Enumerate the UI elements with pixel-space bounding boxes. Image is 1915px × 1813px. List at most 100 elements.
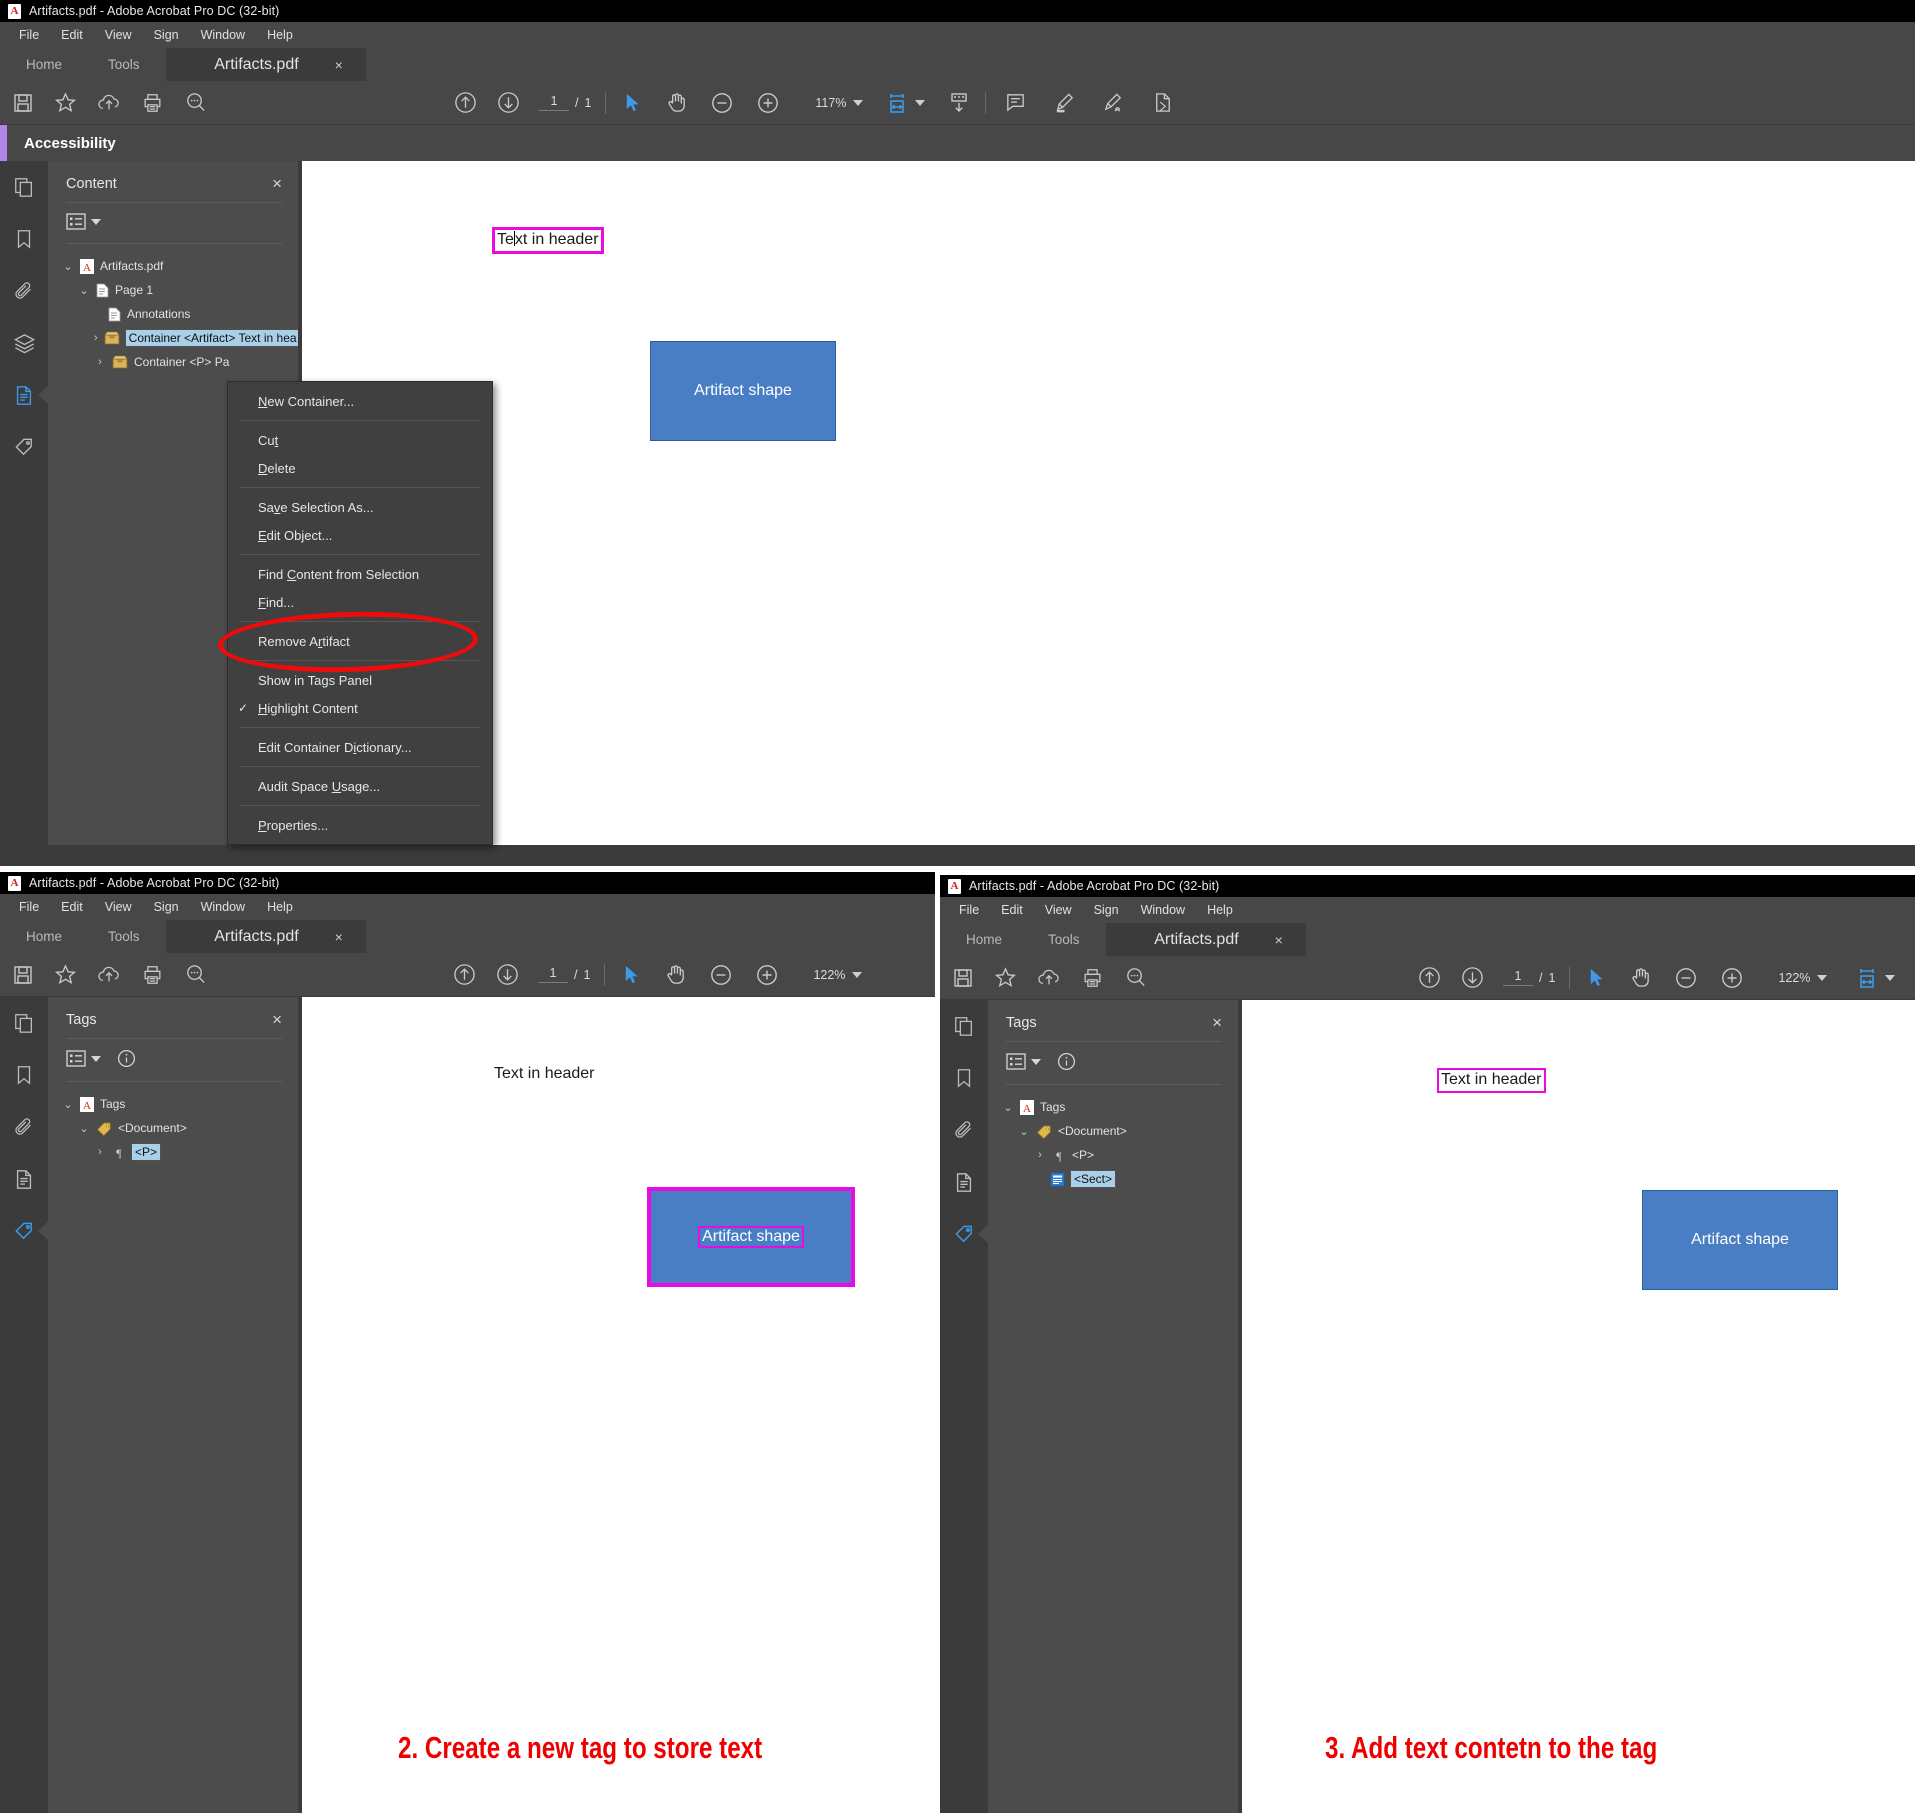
menu-window[interactable]: Window [190,897,256,917]
save-icon[interactable] [12,92,34,114]
menu-item-find-content-from-selection[interactable]: Find Content from Selection [228,560,492,588]
previous-page-icon[interactable] [453,90,478,115]
menu-item-audit-space-usage[interactable]: Audit Space Usage... [228,772,492,800]
menu-sign[interactable]: Sign [1083,900,1130,920]
tree-row[interactable]: › ¶ <P> [988,1143,1238,1167]
more-tools-icon[interactable] [1151,91,1174,114]
menu-window[interactable]: Window [1130,900,1196,920]
tags-rail-icon[interactable] [950,1220,989,1248]
menu-edit[interactable]: Edit [50,25,94,45]
save-icon[interactable] [952,967,974,989]
search-icon[interactable] [184,91,207,114]
next-page-icon[interactable] [496,90,521,115]
menu-item-edit-container-dictionary[interactable]: Edit Container Dictionary... [228,733,492,761]
chevron-down-icon[interactable]: ⌄ [1018,1125,1030,1138]
menu-view[interactable]: View [1034,900,1083,920]
artifact-shape[interactable]: Artifact shape [650,341,836,441]
comment-icon[interactable] [1004,91,1027,114]
menu-file[interactable]: File [8,25,50,45]
select-tool-icon[interactable] [622,92,643,113]
chevron-down-icon[interactable] [852,971,863,978]
zoom-in-icon[interactable] [1720,966,1744,990]
tree-row[interactable]: ⌄ <Document> [48,1116,298,1140]
options-button[interactable] [1006,1053,1041,1070]
document-viewer[interactable]: Text in header Artifact shape 1. Select … [302,161,1915,845]
tree-row[interactable]: › Container <Artifact> Text in hea [48,326,301,350]
highlight-icon[interactable] [1053,91,1076,114]
zoom-in-icon[interactable] [756,91,780,115]
menu-sign[interactable]: Sign [143,897,190,917]
menu-window[interactable]: Window [190,25,256,45]
tree-row[interactable]: ⌄ A Tags [48,1092,298,1116]
menu-file[interactable]: File [8,897,50,917]
print-icon[interactable] [1081,967,1104,989]
page-number-input[interactable]: 1 [539,94,569,111]
zoom-out-icon[interactable] [709,963,733,987]
previous-page-icon[interactable] [452,962,477,987]
zoom-in-icon[interactable] [755,963,779,987]
fit-width-chevron-icon[interactable] [1885,974,1896,981]
cloud-upload-icon[interactable] [97,963,121,986]
tags-rail-icon[interactable] [10,433,38,461]
bookmarks-rail-icon[interactable] [10,225,38,253]
menu-help[interactable]: Help [1196,900,1244,920]
options-button[interactable] [66,213,101,230]
chevron-down-icon[interactable]: ⌄ [62,1098,74,1111]
attachments-rail-icon[interactable] [10,1113,38,1141]
chevron-down-icon[interactable]: ⌄ [78,284,90,297]
select-tool-icon[interactable] [1586,967,1607,988]
tab-document[interactable]: Artifacts.pdf × [165,920,366,953]
content-rail-icon[interactable] [10,381,49,409]
fit-width-icon[interactable] [1855,966,1879,990]
chevron-down-icon[interactable]: ⌄ [78,1122,90,1135]
chevron-right-icon[interactable]: › [1034,1149,1046,1161]
bookmarks-rail-icon[interactable] [950,1064,978,1092]
tab-tools[interactable]: Tools [82,48,166,81]
layers-rail-icon[interactable] [10,329,38,357]
content-rail-icon[interactable] [950,1168,978,1196]
menu-sign[interactable]: Sign [143,25,190,45]
menu-item-remove-artifact[interactable]: Remove Artifact [228,627,492,655]
page-number-input[interactable]: 1 [538,966,568,983]
menu-item-highlight-content[interactable]: ✓ Highlight Content [228,694,492,722]
cloud-upload-icon[interactable] [1037,966,1061,989]
tree-row[interactable]: › ¶ <P> [48,1140,298,1164]
document-viewer[interactable]: Text in header Artifact shape [1242,1000,1915,1813]
options-button[interactable] [66,1050,101,1067]
attachments-rail-icon[interactable] [950,1116,978,1144]
tags-pane-close-icon[interactable]: × [1212,1014,1222,1031]
menu-help[interactable]: Help [256,25,304,45]
artifact-shape-selected[interactable]: Artifact shape [647,1187,855,1287]
hand-tool-icon[interactable] [664,963,687,986]
menu-item-properties[interactable]: Properties... [228,811,492,839]
tab-tools[interactable]: Tools [1022,923,1106,956]
cloud-upload-icon[interactable] [97,91,121,114]
close-icon[interactable]: × [335,57,343,73]
page-number-input[interactable]: 1 [1503,969,1533,986]
tab-document[interactable]: Artifacts.pdf × [1105,923,1306,956]
close-icon[interactable]: × [1275,932,1283,948]
select-tool-icon[interactable] [621,964,642,985]
zoom-control[interactable]: 122% [1766,971,1828,985]
hand-tool-icon[interactable] [665,91,688,114]
tree-row[interactable]: ⌄ A Artifacts.pdf [48,254,298,278]
chevron-right-icon[interactable]: › [94,1146,106,1158]
menu-file[interactable]: File [948,900,990,920]
fit-width-icon[interactable] [885,91,909,115]
sign-icon[interactable] [1102,91,1125,114]
zoom-control[interactable]: 122% [801,968,863,982]
menu-view[interactable]: View [94,25,143,45]
tree-row[interactable]: › Container <P> Pa [48,350,298,374]
tree-row[interactable]: ⌄ Page 1 [48,278,298,302]
print-icon[interactable] [141,92,164,114]
star-icon[interactable] [994,966,1017,989]
menu-item-show-in-tags-panel[interactable]: Show in Tags Panel [228,666,492,694]
chevron-down-icon[interactable] [1817,974,1828,981]
tab-home[interactable]: Home [0,48,82,81]
next-page-icon[interactable] [1460,965,1485,990]
content-pane-close-icon[interactable]: × [272,175,282,192]
tags-rail-icon[interactable] [10,1217,49,1245]
page-thumbnails-rail-icon[interactable] [10,1009,38,1037]
menu-item-delete[interactable]: Delete [228,454,492,482]
page-thumbnails-rail-icon[interactable] [10,173,38,201]
